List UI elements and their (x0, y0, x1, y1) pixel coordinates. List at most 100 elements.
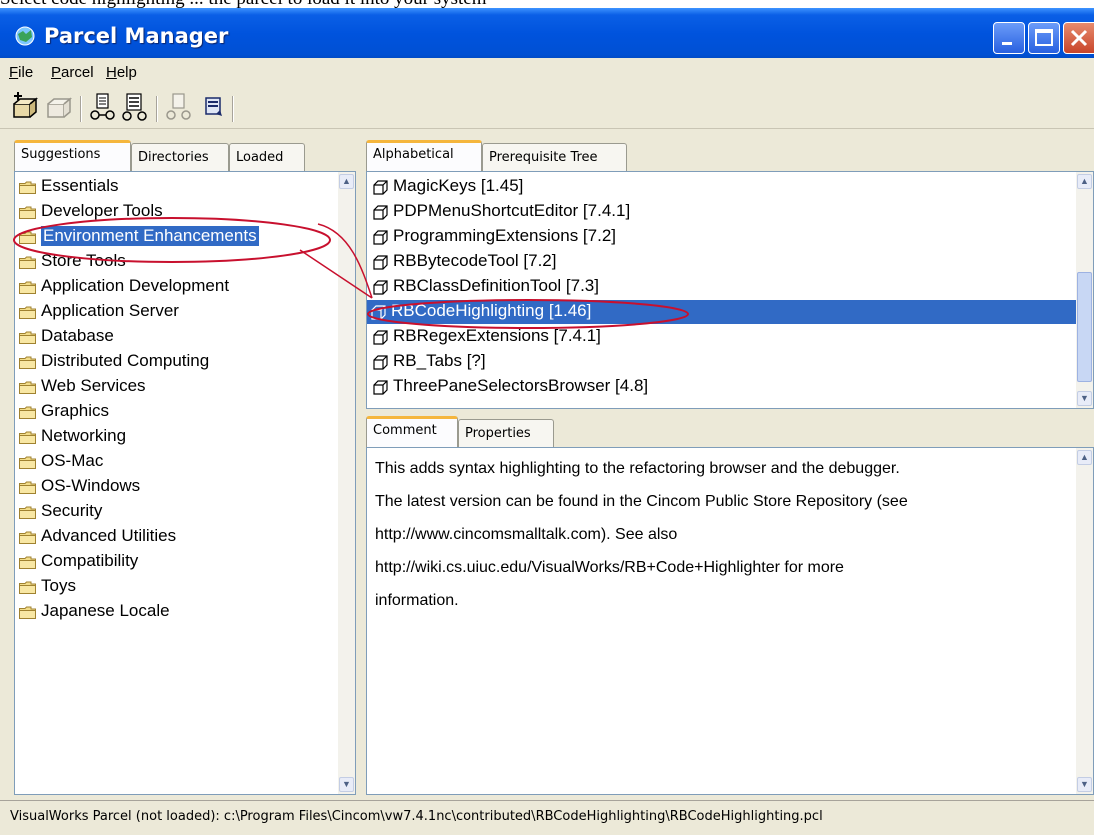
scroll-up-button[interactable]: ▲ (1077, 450, 1092, 465)
scroll-up-button[interactable]: ▲ (339, 174, 354, 189)
category-label: Networking (41, 426, 127, 445)
status-bar: VisualWorks Parcel (not loaded): c:\Prog… (0, 800, 1094, 835)
category-label: OS-Mac (41, 451, 104, 470)
parcel-item[interactable]: RBRegexExtensions [7.4.1] (369, 325, 1076, 349)
folder-icon (19, 256, 36, 269)
load-parcel-icon[interactable] (10, 92, 40, 122)
category-label: Application Server (41, 301, 179, 320)
scroll-down-button[interactable]: ▼ (1077, 391, 1092, 406)
document-caption: Select code highlighting ... the parcel … (0, 0, 1094, 8)
category-label: Security (41, 501, 103, 520)
folder-icon (19, 231, 36, 244)
parcel-icon (373, 355, 388, 370)
parcel-tree-icon[interactable] (120, 92, 150, 122)
parcel-label: PDPMenuShortcutEditor [7.4.1] (393, 201, 631, 220)
toolbar (0, 88, 1094, 129)
category-label: Toys (41, 576, 76, 595)
tab-alphabetical[interactable]: Alphabetical (366, 140, 482, 171)
folder-icon (19, 481, 36, 494)
menu-bar: File Parcel Help (0, 58, 1094, 89)
comment-text: This adds syntax highlighting to the ref… (375, 452, 1055, 617)
category-label: Web Services (41, 376, 146, 395)
parcel-label: RBCodeHighlighting [1.46] (391, 301, 592, 320)
maximize-button[interactable] (1028, 22, 1060, 54)
tab-directories[interactable]: Directories (131, 143, 229, 171)
folder-icon (19, 531, 36, 544)
parcel-icon (373, 280, 388, 295)
tab-properties[interactable]: Properties (458, 419, 554, 447)
toolbar-separator (232, 96, 234, 122)
toolbar-separator (80, 96, 82, 122)
parcel-manager-app-icon (15, 26, 35, 46)
category-label: Distributed Computing (41, 351, 210, 370)
parcel-label: RB_Tabs [?] (393, 351, 486, 370)
comment-scrollbar[interactable]: ▲ ▼ (1076, 448, 1093, 794)
parcel-label: RBRegexExtensions [7.4.1] (393, 326, 601, 345)
parcel-item[interactable]: RB_Tabs [?] (369, 350, 1076, 374)
parcel-list[interactable]: MagicKeys [1.45] PDPMenuShortcutEditor [7… (366, 171, 1094, 409)
parcel-icon (373, 380, 388, 395)
parcel-properties-icon[interactable] (88, 92, 118, 122)
unload-parcel-icon[interactable] (44, 92, 74, 122)
parcel-icon (373, 205, 388, 220)
tab-prerequisite-tree[interactable]: Prerequisite Tree (482, 143, 627, 171)
comment-pane[interactable]: This adds syntax highlighting to the ref… (366, 447, 1094, 795)
parcel-label: ProgrammingExtensions [7.2] (393, 226, 616, 245)
minimize-icon (1002, 42, 1012, 45)
comment-line: The latest version can be found in the C… (375, 493, 908, 510)
scroll-down-button[interactable]: ▼ (1077, 777, 1092, 792)
comment-line: http://www.cincomsmalltalk.com). See als… (375, 526, 678, 543)
category-scrollbar[interactable]: ▲ ▼ (338, 172, 355, 794)
menu-parcel[interactable]: Parcel (51, 64, 94, 81)
folder-icon (19, 506, 36, 519)
folder-icon (19, 581, 36, 594)
category-label: Japanese Locale (41, 601, 170, 620)
close-button[interactable] (1063, 22, 1094, 54)
comment-line: information. (375, 592, 459, 609)
scroll-up-button[interactable]: ▲ (1077, 174, 1092, 189)
category-list[interactable]: Essentials Developer Tools Environment Enh… (14, 171, 356, 795)
folder-icon (19, 406, 36, 419)
parcel-item[interactable]: MagicKeys [1.45] (369, 175, 1076, 199)
parcel-item[interactable]: RBCodeHighlighting [1.46] (367, 300, 1076, 324)
folder-icon (19, 306, 36, 319)
category-label: Application Development (41, 276, 230, 295)
parcel-item[interactable]: RBClassDefinitionTool [7.3] (369, 275, 1076, 299)
parcel-item[interactable]: PDPMenuShortcutEditor [7.4.1] (369, 200, 1076, 224)
folder-icon (19, 556, 36, 569)
status-text: VisualWorks Parcel (not loaded): c:\Prog… (10, 809, 823, 824)
folder-icon (19, 356, 36, 369)
parcel-icon (373, 180, 388, 195)
parcel-icon (373, 330, 388, 345)
parcel-icon (371, 305, 386, 320)
menu-help[interactable]: Help (106, 64, 137, 81)
category-label: Compatibility (41, 551, 139, 570)
parcel-label: RBClassDefinitionTool [7.3] (393, 276, 599, 295)
category-label: Advanced Utilities (41, 526, 177, 545)
tab-suggestions[interactable]: Suggestions (14, 140, 131, 171)
minimize-button[interactable] (993, 22, 1025, 54)
parcel-label: MagicKeys [1.45] (393, 176, 524, 195)
parcel-item[interactable]: ProgrammingExtensions [7.2] (369, 225, 1076, 249)
publish-parcel-icon[interactable] (164, 92, 194, 122)
parcel-item[interactable]: ThreePaneSelectorsBrowser [4.8] (369, 375, 1076, 399)
window-title: Parcel Manager (44, 24, 229, 48)
scroll-thumb[interactable] (1077, 272, 1092, 382)
maximize-icon (1035, 29, 1053, 46)
close-icon (1070, 29, 1088, 47)
scroll-down-button[interactable]: ▼ (339, 777, 354, 792)
comment-line: This adds syntax highlighting to the ref… (375, 460, 900, 477)
folder-icon (19, 456, 36, 469)
toolbar-separator (156, 96, 158, 122)
folder-icon (19, 181, 36, 194)
folder-icon (19, 431, 36, 444)
tab-loaded[interactable]: Loaded (229, 143, 305, 171)
folder-icon (19, 606, 36, 619)
parcel-scrollbar[interactable]: ▲ ▼ (1076, 172, 1093, 408)
tab-comment[interactable]: Comment (366, 416, 458, 447)
category-label: Database (41, 326, 114, 345)
category-label: Developer Tools (41, 201, 163, 220)
menu-file[interactable]: File (9, 64, 33, 81)
parcel-item[interactable]: RBBytecodeTool [7.2] (369, 250, 1076, 274)
save-parcel-icon[interactable] (198, 92, 228, 122)
